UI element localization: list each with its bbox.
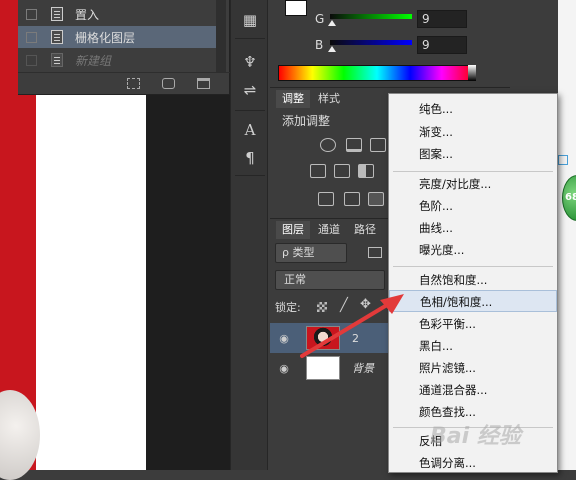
adjustments-title: 添加调整 [282,114,331,128]
tab-styles[interactable]: 样式 [312,90,346,108]
blend-mode-select[interactable]: 正常 [275,270,385,290]
character-panel-icon[interactable]: A [240,120,260,140]
menu-item-levels[interactable]: 色阶... [389,195,557,217]
layer-name: 背景 [352,362,374,375]
small-square-icon [558,155,568,165]
document-icon [51,7,63,21]
brush-settings-icon[interactable]: ⇌ [240,80,260,100]
canvas-document[interactable] [36,95,146,470]
layer-kind-filter[interactable]: ρ 类型 [275,243,347,263]
checkbox[interactable] [26,8,37,20]
eye-icon[interactable]: ◉ [274,362,294,375]
document-icon [51,53,63,67]
menu-item-hue-saturation[interactable]: 色相/饱和度... [389,290,557,312]
camera-icon[interactable] [162,78,175,89]
right-edge-window [558,0,576,470]
divider [235,38,265,39]
tab-adjustments[interactable]: 调整 [276,90,310,108]
invert-icon[interactable] [318,192,334,206]
new-document-icon[interactable] [127,78,140,89]
color-panel: G 9 B 9 [270,0,510,88]
blue-slider[interactable] [330,40,412,45]
green-label: G [315,12,325,26]
annotation-arrow [300,294,404,358]
mini-row-label: 栅格化图层 [75,30,136,45]
menu-item-curves[interactable]: 曲线... [389,217,557,239]
canvas-dark-region [146,95,230,470]
menu-item-gradient[interactable]: 渐变... [389,121,557,143]
balance-icon[interactable] [334,164,350,178]
mini-row-place[interactable]: 置入 [18,3,218,25]
mini-row-new-group[interactable]: 新建组 [18,49,218,71]
menu-separator [393,171,553,172]
black-white-icon[interactable] [358,164,374,178]
menu-item-solid-color[interactable]: 纯色... [389,98,557,120]
tab-channels[interactable]: 通道 [312,221,346,239]
speed-badge-text: 68 [565,192,576,203]
paragraph-panel-icon[interactable]: ¶ [240,148,260,168]
menu-item-black-white[interactable]: 黑白... [389,335,557,357]
brightness-icon[interactable] [320,138,336,152]
menu-item-posterize[interactable]: 色调分离... [389,452,557,474]
watermark: Bai 经验 [430,424,521,449]
divider [235,110,265,111]
brush-preset-icon[interactable]: ♆ [240,52,260,72]
green-slider-thumb[interactable] [328,20,336,26]
menu-item-pattern[interactable]: 图案... [389,143,557,165]
mini-row-rasterize[interactable]: 栅格化图层 [18,26,218,48]
mini-row-label: 新建组 [75,53,112,68]
menu-item-color-balance[interactable]: 色彩平衡... [389,313,557,335]
adjustment-layer-menu: 纯色... 渐变... 图案... 亮度/对比度... 色阶... 曲线... … [388,93,558,473]
mini-panel-footer [18,72,230,94]
color-spectrum-bar[interactable] [278,65,476,81]
menu-separator [393,266,553,267]
mini-panel-scrollbar[interactable] [216,0,226,72]
panel-dock-column: ▦ ♆ ⇌ A ¶ [230,0,268,470]
checkbox[interactable] [26,54,37,66]
foreground-color-swatch[interactable] [285,0,307,16]
green-value-field[interactable]: 9 [417,10,467,28]
tab-layers[interactable]: 图层 [276,221,310,239]
color-panel-icon[interactable]: ▦ [240,10,260,30]
menu-item-exposure[interactable]: 曝光度... [389,239,557,261]
blue-slider-thumb[interactable] [328,46,336,52]
checkbox[interactable] [26,31,37,43]
green-slider[interactable] [330,14,412,19]
image-filter-icon[interactable] [368,247,382,258]
eye-icon[interactable]: ◉ [274,332,294,345]
posterize-icon[interactable] [344,192,360,206]
history-layer-panel: 置入 栅格化图层 新建组 [18,0,230,95]
menu-item-brightness-contrast[interactable]: 亮度/对比度... [389,173,557,195]
menu-item-photo-filter[interactable]: 照片滤镜... [389,357,557,379]
curves-icon[interactable] [370,138,386,152]
gradient-map-icon[interactable] [368,192,384,206]
blue-label: B [315,38,324,52]
blue-value-field[interactable]: 9 [417,36,467,54]
tab-paths[interactable]: 路径 [348,221,382,239]
levels-icon[interactable] [346,138,362,152]
trash-icon[interactable] [197,78,210,89]
menu-item-vibrance[interactable]: 自然饱和度... [389,269,557,291]
document-icon [51,30,63,44]
lock-label: 锁定: [275,301,301,314]
vibrance-icon[interactable] [310,164,326,178]
menu-item-channel-mixer[interactable]: 通道混合器... [389,379,557,401]
divider [235,175,265,176]
color-spectrum-bw[interactable] [468,65,476,81]
mini-row-label: 置入 [75,7,100,22]
